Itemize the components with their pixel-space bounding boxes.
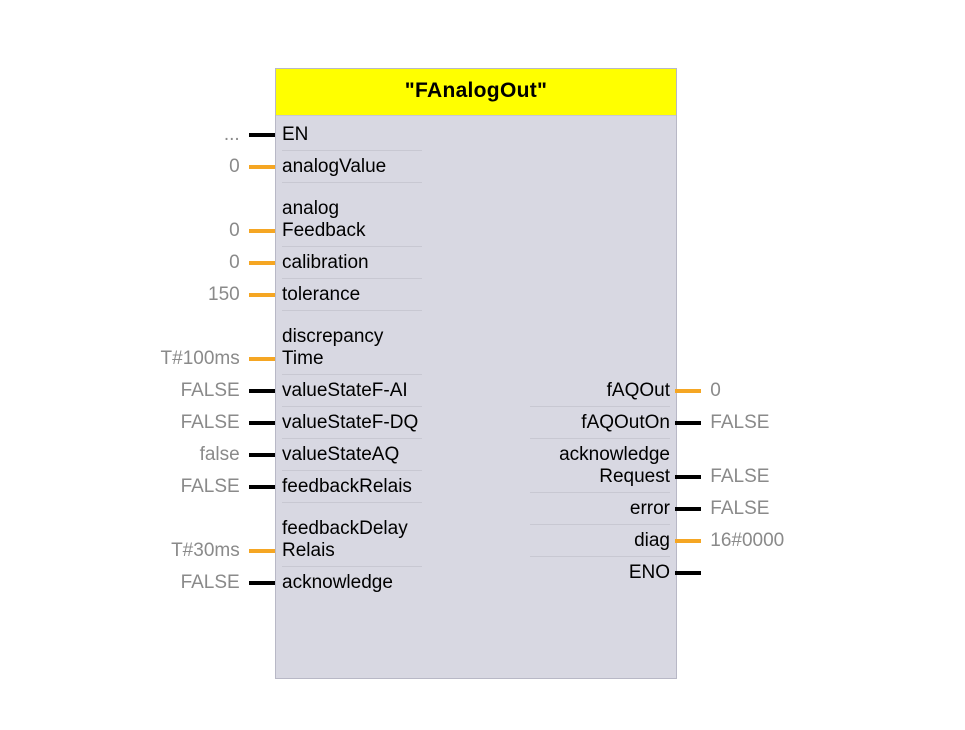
separator-line xyxy=(282,278,422,279)
output-value-diag: 16#0000 xyxy=(710,530,784,552)
separator-line xyxy=(530,556,670,557)
input-value-calibration: 0 xyxy=(229,252,240,274)
output-value-faqouton: FALSE xyxy=(710,412,769,434)
block-title: "FAnalogOut" xyxy=(276,69,676,116)
connector-line xyxy=(249,389,275,393)
input-label-valuestatef-ai: valueStateF-AI xyxy=(282,380,472,402)
input-pin-en: ... xyxy=(224,124,275,146)
input-label-feedbackdelayrelais: feedbackDelay Relais xyxy=(282,518,472,562)
connector-line xyxy=(675,571,701,575)
input-pin-feedbackdelayrelais: T#30ms xyxy=(171,540,275,562)
input-value-valuestateaq: false xyxy=(200,444,240,466)
input-pin-analogvalue: 0 xyxy=(229,156,275,178)
output-pin-diag: 16#0000 xyxy=(675,530,784,552)
connector-line xyxy=(249,133,275,137)
connector-line xyxy=(249,421,275,425)
output-pin-faqouton: FALSE xyxy=(675,412,769,434)
connector-line xyxy=(675,475,701,479)
separator-line xyxy=(530,438,670,439)
input-label-en: EN xyxy=(282,124,472,146)
separator-line xyxy=(282,470,422,471)
separator-line xyxy=(530,406,670,407)
output-pin-eno xyxy=(675,562,710,584)
input-label-analogfeedback: analog Feedback xyxy=(282,198,472,242)
output-label-faqout: fAQOut xyxy=(480,380,670,402)
separator-line xyxy=(282,310,422,311)
separator-line xyxy=(282,150,422,151)
connector-line xyxy=(249,453,275,457)
input-pin-acknowledge: FALSE xyxy=(181,572,275,594)
output-value-faqout: 0 xyxy=(710,380,721,402)
separator-line xyxy=(282,406,422,407)
input-value-valuestatef-ai: FALSE xyxy=(181,380,240,402)
output-pin-faqout: 0 xyxy=(675,380,721,402)
input-label-acknowledge: acknowledge xyxy=(282,572,472,594)
connector-line xyxy=(249,485,275,489)
connector-line xyxy=(675,539,701,543)
separator-line xyxy=(530,492,670,493)
connector-line xyxy=(249,165,275,169)
separator-line xyxy=(530,524,670,525)
output-value-acknowledgerequest: FALSE xyxy=(710,466,769,488)
input-pin-discrepancytime: T#100ms xyxy=(161,348,275,370)
input-pin-analogfeedback: 0 xyxy=(229,220,275,242)
input-label-feedbackrelais: feedbackRelais xyxy=(282,476,472,498)
diagram-stage: "FAnalogOut" EN analogValue analog Feedb… xyxy=(0,0,965,730)
connector-line xyxy=(675,507,701,511)
connector-line xyxy=(675,421,701,425)
separator-line xyxy=(282,374,422,375)
connector-line xyxy=(249,261,275,265)
input-label-tolerance: tolerance xyxy=(282,284,472,306)
input-value-acknowledge: FALSE xyxy=(181,572,240,594)
output-label-eno: ENO xyxy=(480,562,670,584)
input-value-feedbackrelais: FALSE xyxy=(181,476,240,498)
input-label-discrepancytime: discrepancy Time xyxy=(282,326,472,370)
output-label-diag: diag xyxy=(480,530,670,552)
input-pin-feedbackrelais: FALSE xyxy=(181,476,275,498)
output-value-error: FALSE xyxy=(710,498,769,520)
input-label-analogvalue: analogValue xyxy=(282,156,472,178)
connector-line xyxy=(249,293,275,297)
input-pin-tolerance: 150 xyxy=(208,284,275,306)
input-value-analogfeedback: 0 xyxy=(229,220,240,242)
connector-line xyxy=(249,549,275,553)
output-label-error: error xyxy=(480,498,670,520)
input-pin-valuestatef-ai: FALSE xyxy=(181,380,275,402)
output-label-faqouton: fAQOutOn xyxy=(480,412,670,434)
input-value-valuestatef-dq: FALSE xyxy=(181,412,240,434)
input-value-tolerance: 150 xyxy=(208,284,240,306)
input-value-analogvalue: 0 xyxy=(229,156,240,178)
input-value-feedbackdelayrelais: T#30ms xyxy=(171,540,240,562)
output-pin-acknowledgerequest: FALSE xyxy=(675,466,769,488)
input-label-valuestateaq: valueStateAQ xyxy=(282,444,472,466)
input-value-en: ... xyxy=(224,124,240,146)
connector-line xyxy=(249,357,275,361)
connector-line xyxy=(249,229,275,233)
block-body: EN analogValue analog Feedback calibrati… xyxy=(276,116,676,678)
input-pin-valuestatef-dq: FALSE xyxy=(181,412,275,434)
input-label-valuestatef-dq: valueStateF-DQ xyxy=(282,412,472,434)
separator-line xyxy=(282,502,422,503)
input-label-calibration: calibration xyxy=(282,252,472,274)
output-pin-error: FALSE xyxy=(675,498,769,520)
output-label-acknowledgerequest: acknowledge Request xyxy=(480,444,670,488)
input-pin-valuestateaq: false xyxy=(200,444,275,466)
connector-line xyxy=(249,581,275,585)
separator-line xyxy=(282,566,422,567)
connector-line xyxy=(675,389,701,393)
separator-line xyxy=(282,438,422,439)
separator-line xyxy=(282,182,422,183)
separator-line xyxy=(282,246,422,247)
input-pin-calibration: 0 xyxy=(229,252,275,274)
function-block: "FAnalogOut" EN analogValue analog Feedb… xyxy=(275,68,677,679)
input-value-discrepancytime: T#100ms xyxy=(161,348,240,370)
